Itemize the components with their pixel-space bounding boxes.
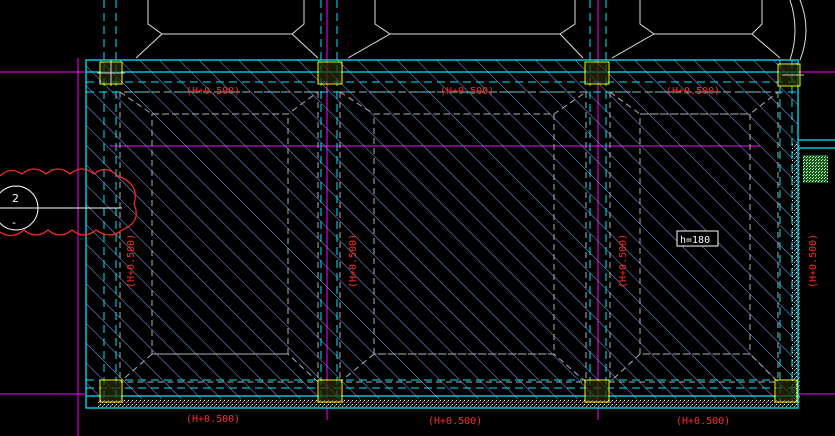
label-bottom-mid: (H+0.500) <box>428 416 482 427</box>
label-bottom-right: (H+0.500) <box>676 416 730 427</box>
label-side-4: (H+0.500) <box>808 234 819 288</box>
section-marker-number: 2 <box>12 192 19 205</box>
slab-hatch-fill <box>86 60 798 400</box>
green-insert <box>803 155 828 183</box>
thickness-note: h=180 <box>680 235 710 246</box>
label-top-mid: (H+0.500) <box>440 86 494 97</box>
slab-edge-bottom <box>98 399 798 408</box>
label-top-left: (H+0.500) <box>186 86 240 97</box>
upper-bay-outlines <box>135 0 807 61</box>
label-side-2: (H+0.500) <box>348 234 359 288</box>
cad-drawing-canvas[interactable]: (H+0.500) (H+0.500) (H+0.500) (H+0.500) … <box>0 0 835 436</box>
section-marker-sub: - <box>12 216 16 229</box>
label-side-1: (H+0.500) <box>126 234 137 288</box>
slab-edge-right <box>792 143 800 405</box>
label-top-right: (H+0.500) <box>666 86 720 97</box>
label-bottom-left: (H+0.500) <box>186 414 240 425</box>
label-side-3: (H+0.500) <box>618 234 629 288</box>
